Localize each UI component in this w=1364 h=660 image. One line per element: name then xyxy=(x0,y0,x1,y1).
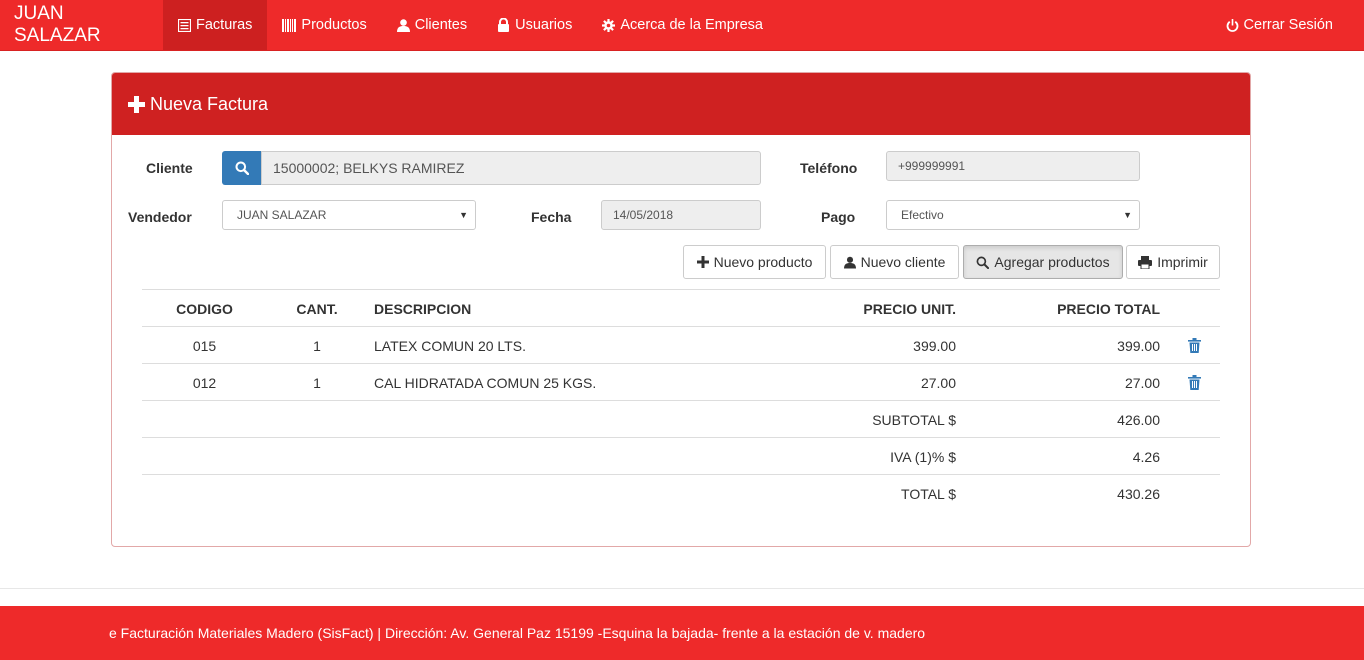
panel-heading: Nueva Factura xyxy=(112,73,1250,135)
vendedor-select[interactable]: JUAN SALAZAR ▼ xyxy=(222,200,476,230)
chevron-down-icon: ▼ xyxy=(459,210,468,220)
pago-select[interactable]: Efectivo ▼ xyxy=(886,200,1140,230)
logout-label: Cerrar Sesión xyxy=(1243,17,1333,33)
footer: e Facturación Materiales Madero (SisFact… xyxy=(0,606,1364,660)
imprimir-button[interactable]: Imprimir xyxy=(1126,245,1220,279)
telefono-label: Teléfono xyxy=(800,160,858,176)
col-codigo: CODIGO xyxy=(176,300,233,317)
user-icon xyxy=(843,256,856,269)
nav-item-productos[interactable]: Productos xyxy=(267,0,381,50)
cell-codigo: 015 xyxy=(192,337,217,354)
cell-precio-total: 27.00 xyxy=(1124,374,1160,391)
plus-icon xyxy=(128,95,145,113)
print-icon xyxy=(1138,255,1153,269)
button-label: Nuevo cliente xyxy=(860,254,946,270)
footer-divider xyxy=(0,588,1364,589)
nav-item-usuarios[interactable]: Usuarios xyxy=(482,0,587,50)
vendedor-label: Vendedor xyxy=(128,209,192,225)
cell-codigo: 012 xyxy=(192,374,217,391)
telefono-input[interactable]: +999999991 xyxy=(886,151,1140,181)
trash-icon xyxy=(1187,338,1201,353)
nueva-factura-panel: Nueva Factura Cliente 15000002; BELKYS R… xyxy=(111,72,1251,547)
nav-item-clientes[interactable]: Clientes xyxy=(382,0,482,50)
pago-label: Pago xyxy=(821,209,856,225)
button-label: Imprimir xyxy=(1157,254,1208,270)
subtotal-row: SUBTOTAL $ 426.00 xyxy=(142,400,1220,437)
cliente-search-button[interactable] xyxy=(222,151,262,185)
vendedor-selected: JUAN SALAZAR xyxy=(237,208,327,222)
total-value: 430.26 xyxy=(1117,485,1160,502)
nav-item-label: Productos xyxy=(301,17,367,33)
nav-item-label: Usuarios xyxy=(515,17,573,33)
table-row: 015 1 LATEX COMUN 20 LTS. 399.00 399.00 xyxy=(142,326,1220,363)
navbar-brand[interactable]: JUAN SALAZAR xyxy=(0,0,163,50)
nav-item-facturas[interactable]: Facturas xyxy=(163,0,268,50)
cell-precio-unit: 399.00 xyxy=(913,337,956,354)
delete-row-button[interactable] xyxy=(1182,327,1206,364)
fecha-input[interactable]: 14/05/2018 xyxy=(601,200,761,230)
table-row: 012 1 CAL HIDRATADA COMUN 25 KGS. 27.00 … xyxy=(142,363,1220,400)
cliente-input[interactable]: 15000002; BELKYS RAMIREZ xyxy=(261,151,761,185)
nav-item-label: Acerca de la Empresa xyxy=(620,17,763,33)
nav-item-label: Facturas xyxy=(196,17,253,33)
iva-value: 4.26 xyxy=(1132,448,1160,465)
button-label: Nuevo producto xyxy=(713,254,813,270)
barcode-icon xyxy=(282,18,297,32)
agregar-productos-button[interactable]: Agregar productos xyxy=(963,245,1123,279)
footer-text: e Facturación Materiales Madero (SisFact… xyxy=(109,625,926,641)
subtotal-value: 426.00 xyxy=(1117,411,1160,428)
nuevo-cliente-button[interactable]: Nuevo cliente xyxy=(830,245,959,279)
plus-icon xyxy=(696,256,709,268)
chevron-down-icon: ▼ xyxy=(1123,210,1132,220)
delete-row-button[interactable] xyxy=(1182,364,1206,401)
total-row: TOTAL $ 430.26 xyxy=(142,474,1220,511)
iva-row: IVA (1)% $ 4.26 xyxy=(142,437,1220,474)
button-label: Agregar productos xyxy=(994,254,1110,270)
cell-precio-total: 399.00 xyxy=(1117,337,1160,354)
power-icon xyxy=(1226,18,1239,32)
lock-icon xyxy=(497,18,510,32)
col-descripcion: DESCRIPCION xyxy=(374,300,472,317)
cog-icon xyxy=(602,18,616,32)
col-cant: CANT. xyxy=(296,300,338,317)
nav-item-label: Clientes xyxy=(414,17,468,33)
top-navbar: JUAN SALAZAR Facturas Productos Clientes… xyxy=(0,0,1364,51)
items-table: CODIGO CANT. DESCRIPCION PRECIO UNIT. PR… xyxy=(142,289,1220,511)
iva-label: IVA (1)% $ xyxy=(890,448,956,465)
cell-cant: 1 xyxy=(313,374,321,391)
pago-selected: Efectivo xyxy=(901,208,944,222)
cell-descripcion: CAL HIDRATADA COMUN 25 KGS. xyxy=(374,374,597,391)
cliente-label: Cliente xyxy=(146,160,193,176)
user-icon xyxy=(396,18,410,32)
table-header: CODIGO CANT. DESCRIPCION PRECIO UNIT. PR… xyxy=(142,289,1220,326)
col-precio-total: PRECIO TOTAL xyxy=(1057,300,1160,317)
search-icon xyxy=(976,256,990,269)
fecha-label: Fecha xyxy=(531,209,572,225)
subtotal-label: SUBTOTAL $ xyxy=(872,411,956,428)
search-icon xyxy=(235,161,249,175)
panel-title: Nueva Factura xyxy=(150,93,269,114)
trash-icon xyxy=(1187,375,1201,390)
cell-descripcion: LATEX COMUN 20 LTS. xyxy=(374,337,526,354)
cell-precio-unit: 27.00 xyxy=(920,374,956,391)
nuevo-producto-button[interactable]: Nuevo producto xyxy=(683,245,826,279)
total-label: TOTAL $ xyxy=(901,485,956,502)
list-alt-icon xyxy=(178,18,191,32)
col-precio-unit: PRECIO UNIT. xyxy=(863,300,956,317)
logout-link[interactable]: Cerrar Sesión xyxy=(1211,0,1364,50)
nav-item-acerca[interactable]: Acerca de la Empresa xyxy=(587,0,778,50)
cell-cant: 1 xyxy=(313,337,321,354)
